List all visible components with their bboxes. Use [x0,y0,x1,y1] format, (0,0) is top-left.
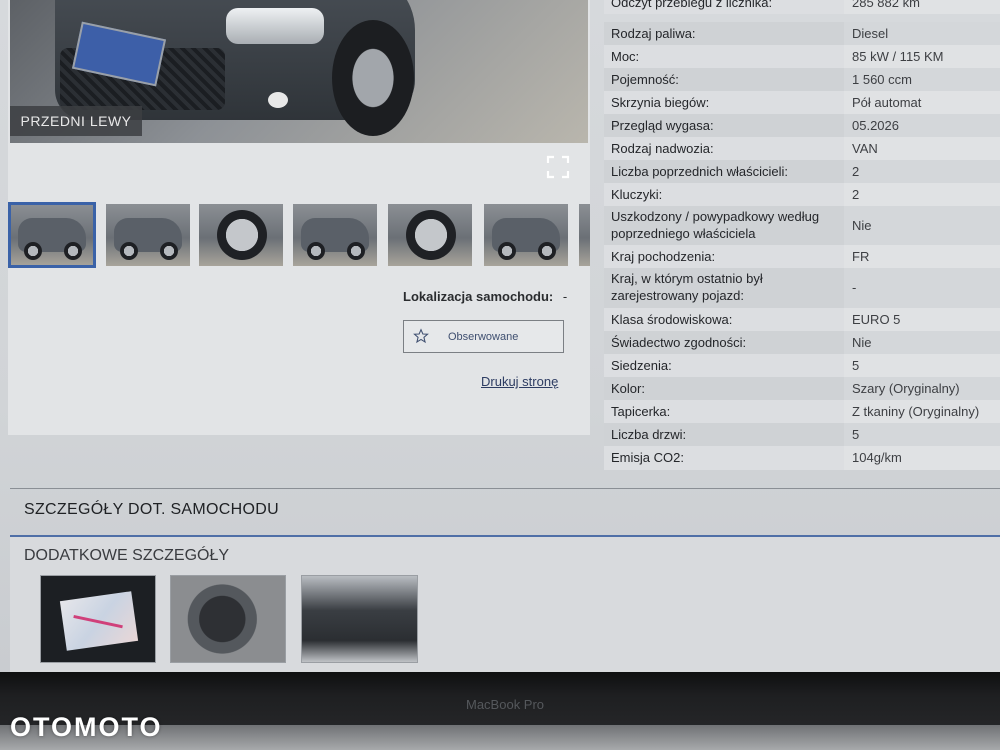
spec-row: Odczyt przebiegu z licznika: 285 882 km [604,0,1000,14]
thumbnail[interactable] [293,204,377,266]
spec-row: Emisja CO2: 104g/km [604,446,1000,470]
thumbnail[interactable] [484,204,568,266]
spec-key: Liczba drzwi: [611,427,687,442]
spec-key: Rodzaj nadwozia: [611,141,714,156]
spec-value: VAN [852,141,878,156]
spec-row: Rodzaj paliwa: Diesel [604,22,1000,45]
spec-value: 285 882 km [852,0,920,10]
spec-value: 2 [852,187,860,202]
thumbnail[interactable] [388,204,472,266]
screen: PRZEDNI LEWY Lokalizacja samochodu: - Ob… [0,0,1000,672]
thumbnail[interactable] [199,204,283,266]
spec-key: Moc: [611,49,640,64]
observe-label: Obserwowane [448,331,519,343]
detail-photo-spare-wheel[interactable] [170,575,286,663]
section-title: SZCZEGÓŁY DOT. SAMOCHODU [24,501,279,518]
spec-value: 05.2026 [852,118,899,133]
thumbnail[interactable] [8,202,96,268]
spec-value: 5 [852,358,860,373]
spec-key: Liczba poprzednich właścicieli: [611,164,789,179]
spec-key: Odczyt przebiegu z licznika: [611,0,773,10]
spec-row: Siedzenia: 5 [604,354,1000,377]
spec-key: Kraj pochodzenia: [611,249,716,264]
spec-value: Z tkaniny (Oryginalny) [852,404,980,419]
spec-value: EURO 5 [852,312,901,327]
spec-row: Przegląd wygasa: 05.2026 [604,114,1000,137]
spec-key: Kolor: [611,381,645,396]
spec-key: Rodzaj paliwa: [611,26,696,41]
spec-value: - [852,280,857,295]
spec-row: Klasa środowiskowa: EURO 5 [604,308,1000,331]
thumbnail-strip [8,202,590,270]
spec-key: Przegląd wygasa: [611,118,714,133]
spec-key: Skrzynia biegów: [611,95,710,110]
spec-value: Nie [852,218,872,233]
thumbnail[interactable] [106,204,190,266]
spec-row: Rodzaj nadwozia: VAN [604,137,1000,160]
spec-row: Kraj, w którym ostatnio był zarejestrowan… [604,268,1000,308]
main-car-photo[interactable]: PRZEDNI LEWY [10,0,588,143]
spec-row: Kluczyki: 2 [604,183,1000,206]
spec-key: Klasa środowiskowa: [611,312,733,327]
spec-value: Diesel [852,26,889,41]
spec-value: FR [852,249,870,264]
spec-value: 2 [852,164,860,179]
spec-row: Świadectwo zgodności: Nie [604,331,1000,354]
spec-key: Pojemność: [611,72,679,87]
fullscreen-icon[interactable] [546,155,570,179]
spec-key: Kraj, w którym ostatnio był zarejestrowan… [611,271,763,303]
spec-key: Świadectwo zgodności: [611,335,747,350]
spec-row: Kolor: Szary (Oryginalny) [604,377,1000,400]
spec-key: Uszkodzony / powypadkowy według poprzedni… [611,209,820,241]
star-icon [413,328,429,344]
spec-value: 5 [852,427,860,442]
spec-value: 1 560 ccm [852,72,912,87]
detail-photo-navigation[interactable] [40,575,156,663]
spec-row: Pojemność: 1 560 ccm [604,68,1000,91]
spec-value: Pół automat [852,95,922,110]
spec-key: Kluczyki: [611,187,663,202]
location-label: Lokalizacja samochodu: [403,289,554,304]
spec-value: 104g/km [852,450,902,465]
device-label: MacBook Pro [466,697,545,712]
photo-label: PRZEDNI LEWY [10,106,142,136]
location-value: - [562,289,568,304]
observe-button[interactable]: Obserwowane [403,320,564,353]
spec-key: Siedzenia: [611,358,672,373]
spec-key: Tapicerka: [611,404,671,419]
spec-row: Liczba drzwi: 5 [604,423,1000,446]
divider [10,488,1000,489]
thumbnail[interactable] [579,204,590,266]
spec-row: Kraj pochodzenia: FR [604,245,1000,268]
subsection-title: DODATKOWE SZCZEGÓŁY [24,547,230,564]
spec-row: Skrzynia biegów: Pół automat [604,91,1000,114]
spec-row: Liczba poprzednich właścicieli: 2 [604,160,1000,183]
spec-key: Emisja CO2: [611,450,684,465]
car-location: Lokalizacja samochodu: - [403,289,567,304]
spec-value: 85 kW / 115 KM [852,49,944,64]
spec-value: Nie [852,335,872,350]
detail-photo-engine[interactable] [301,575,418,663]
spec-value: Szary (Oryginalny) [852,381,960,396]
spec-row: Tapicerka: Z tkaniny (Oryginalny) [604,400,1000,423]
spec-row: Uszkodzony / powypadkowy według poprzedni… [604,206,1000,245]
watermark: OTOMOTO [10,712,163,742]
print-page-link[interactable]: Drukuj stronę [481,374,558,389]
spec-row: Moc: 85 kW / 115 KM [604,45,1000,68]
